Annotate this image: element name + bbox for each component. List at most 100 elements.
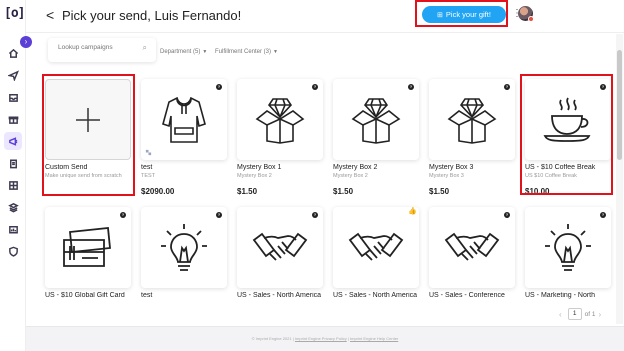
search-icon[interactable]: ⌕ — [143, 43, 147, 53]
page-title: Pick your send, Luis Fernando! — [62, 8, 242, 23]
sidebar-item-campaigns[interactable] — [4, 132, 22, 150]
card-price: $1.50 — [237, 187, 258, 196]
info-icon[interactable]: ? — [312, 212, 318, 218]
sidebar-item-catalog[interactable] — [4, 176, 22, 194]
card-tile[interactable]: ? — [525, 79, 611, 160]
card-subtitle: Mystery Box 2 — [333, 173, 368, 179]
info-icon[interactable]: ? — [600, 84, 606, 90]
campaign-icon — [8, 136, 17, 146]
sidebar-collapse-button[interactable]: › — [20, 36, 32, 48]
campaign-card-coffee-break[interactable]: ? US - $10 Coffee Break US $10 Coffee Br… — [525, 79, 611, 196]
info-icon[interactable]: ? — [504, 84, 510, 90]
card-subtitle: US $10 Coffee Break — [525, 173, 577, 179]
chevron-down-icon: ▼ — [202, 49, 208, 55]
campaign-card-test-2[interactable]: ? test — [141, 207, 227, 299]
card-title: Custom Send — [45, 164, 88, 171]
info-icon[interactable]: ? — [216, 212, 222, 218]
search-input[interactable] — [58, 44, 138, 51]
card-title: US - Sales - Conference — [429, 292, 505, 299]
department-filter[interactable]: Department (5) ▼ — [160, 49, 207, 55]
sidebar-item-dashboard[interactable] — [4, 220, 22, 238]
campaign-card-mystery-box-1[interactable]: ? Mystery Box 1 Mystery Box 2 $1.50 — [237, 79, 323, 196]
card-title: test — [141, 164, 153, 171]
handshake-icon — [252, 232, 308, 261]
gift-icon: ⊞ — [437, 12, 443, 19]
card-tile[interactable]: ? — [525, 207, 611, 288]
sidebar: [o] — [0, 0, 26, 351]
help-center-link[interactable]: Imprint Engine Help Center — [350, 336, 398, 341]
card-title: US - $10 Coffee Break — [525, 164, 596, 171]
sidebar-item-inventory[interactable] — [4, 198, 22, 216]
card-tile[interactable]: ? — [237, 207, 323, 288]
next-page-button[interactable]: › — [599, 310, 602, 319]
card-tile[interactable]: ? — [429, 207, 515, 288]
info-icon[interactable]: ? — [600, 212, 606, 218]
card-tile[interactable]: ? — [141, 79, 227, 160]
card-subtitle: Mystery Box 2 — [237, 173, 272, 179]
stack-icon — [7, 202, 19, 212]
campaign-card-sales-conference[interactable]: ? US - Sales - Conference — [429, 207, 515, 299]
info-icon[interactable]: ? — [504, 212, 510, 218]
inbox-icon — [8, 93, 18, 102]
card-tile[interactable]: ? — [141, 207, 227, 288]
card-tile[interactable]: ? — [429, 79, 515, 160]
card-price: $1.50 — [333, 187, 354, 196]
info-icon[interactable]: ? — [120, 212, 126, 218]
sidebar-item-send[interactable] — [4, 66, 22, 84]
campaign-card-mystery-box-2[interactable]: ? Mystery Box 2 Mystery Box 2 $1.50 — [333, 79, 419, 196]
hoodie-icon — [162, 96, 206, 143]
card-title: Mystery Box 2 — [333, 164, 378, 171]
campaign-card-mystery-box-3[interactable]: ? Mystery Box 3 Mystery Box 3 $1.50 — [429, 79, 515, 196]
plus-icon — [76, 107, 100, 132]
department-filter-label: Department (5) — [160, 49, 201, 55]
campaign-card-sales-north-america-1[interactable]: ? US - Sales - North America — [237, 207, 323, 299]
sidebar-item-orders[interactable] — [4, 154, 22, 172]
sidebar-item-home[interactable] — [4, 44, 22, 62]
gift-box-icon — [8, 115, 18, 124]
filter-bar: ⌕ Department (5)▼ Fulfillment Center (3)… — [45, 36, 615, 66]
info-icon[interactable]: ? — [408, 84, 414, 90]
handshake-icon — [444, 232, 500, 261]
back-button[interactable]: < — [46, 7, 54, 23]
campaign-card-custom-send[interactable]: Custom Send Make unique send from scratc… — [45, 79, 131, 180]
current-page-input[interactable]: 1 — [567, 308, 582, 320]
sidebar-item-gifts[interactable] — [4, 110, 22, 128]
scrollbar-thumb[interactable] — [617, 50, 622, 160]
card-price: $10.00 — [525, 187, 550, 196]
card-tile[interactable]: ? — [237, 79, 323, 160]
lightbulb-icon — [161, 223, 207, 271]
campaign-card-marketing-north[interactable]: ? US - Marketing - North — [525, 207, 611, 299]
previous-page-button[interactable]: ‹ — [559, 310, 562, 319]
card-tile[interactable]: ? — [333, 79, 419, 160]
card-subtitle: Make unique send from scratch — [45, 173, 122, 179]
pick-your-gift-label: Pick your gift! — [445, 10, 491, 19]
campaign-card-global-gift-card[interactable]: ? US - $10 Global Gift Card — [45, 207, 131, 299]
mystery-box-icon — [351, 97, 401, 144]
card-subtitle: Mystery Box 3 — [429, 173, 464, 179]
thumbs-up-icon[interactable]: 👍 — [408, 208, 417, 215]
org-icon — [145, 149, 152, 156]
home-icon — [8, 48, 18, 58]
handshake-icon — [348, 232, 404, 261]
pick-your-gift-button[interactable]: ⊞ Pick your gift! — [422, 6, 506, 23]
sidebar-item-security[interactable] — [4, 242, 22, 260]
campaign-card-sales-north-america-2[interactable]: 👍 US - Sales - North America — [333, 207, 419, 299]
info-icon[interactable]: ? — [312, 84, 318, 90]
app-logo[interactable]: [o] — [4, 6, 26, 21]
mystery-box-icon — [447, 97, 497, 144]
campaign-search[interactable]: ⌕ — [48, 38, 156, 62]
notification-badge — [528, 16, 534, 22]
card-title: Mystery Box 1 — [237, 164, 282, 171]
mystery-box-icon — [255, 97, 305, 144]
vertical-scrollbar[interactable] — [616, 34, 623, 324]
card-tile[interactable] — [45, 79, 131, 160]
fulfillment-center-filter[interactable]: Fulfillment Center (3) ▼ — [215, 49, 278, 55]
shield-icon — [8, 246, 18, 257]
privacy-policy-link[interactable]: Imprint Engine Privacy Policy — [295, 336, 347, 341]
info-icon[interactable]: ? — [216, 84, 222, 90]
fulfillment-filter-label: Fulfillment Center (3) — [215, 49, 272, 55]
card-tile[interactable]: 👍 — [333, 207, 419, 288]
sidebar-item-inbox[interactable] — [4, 88, 22, 106]
campaign-card-test[interactable]: ? test TEST $2090.00 — [141, 79, 227, 196]
card-tile[interactable]: ? — [45, 207, 131, 288]
